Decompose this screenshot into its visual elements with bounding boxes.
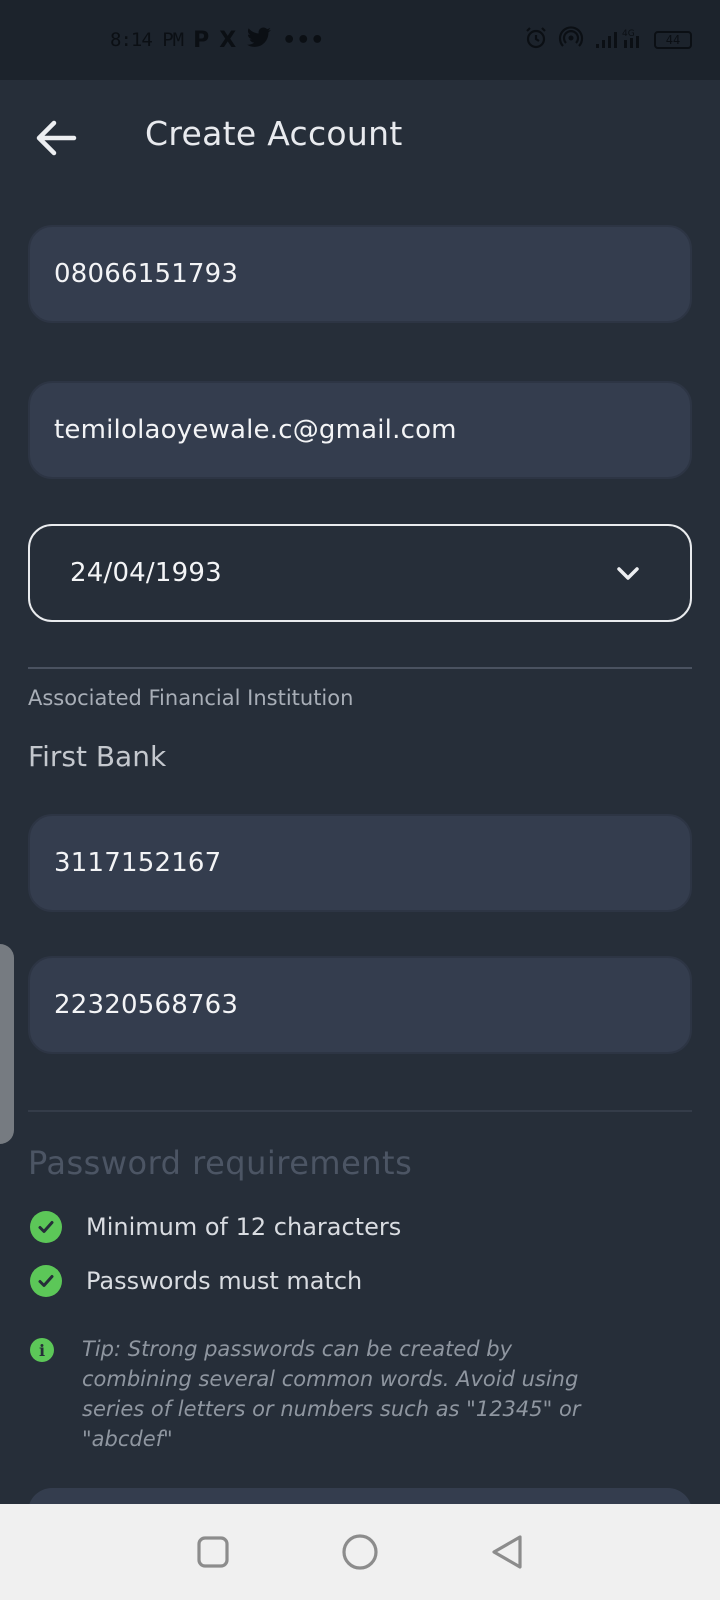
password-requirements-heading: Password requirements <box>28 1144 413 1182</box>
requirement-label: Passwords must match <box>86 1267 363 1295</box>
home-button[interactable] <box>335 1527 385 1577</box>
institution-label: Associated Financial Institution <box>28 686 354 710</box>
recent-apps-button[interactable] <box>188 1527 238 1577</box>
check-circle-icon <box>30 1211 62 1243</box>
requirement-item: Minimum of 12 characters <box>30 1211 401 1243</box>
account-number-field[interactable]: 3117152167 <box>28 814 692 912</box>
status-right: 4G 44 <box>524 25 692 55</box>
chevron-down-icon <box>617 567 639 580</box>
triangle-back-icon <box>492 1535 522 1569</box>
check-circle-icon <box>30 1265 62 1297</box>
signal-icon: 4G <box>594 26 644 55</box>
status-time: 8:14 PM <box>110 29 184 51</box>
battery-icon: 44 <box>654 31 692 49</box>
section-divider <box>28 667 692 669</box>
institution-value: First Bank <box>28 740 167 773</box>
password-tip: i Tip: Strong passwords can be created b… <box>30 1334 582 1454</box>
edge-panel-handle[interactable] <box>0 944 14 1144</box>
requirement-item: Passwords must match <box>30 1265 362 1297</box>
date-of-birth-dropdown[interactable]: 24/04/1993 <box>28 524 692 622</box>
x-app-icon: X <box>219 27 237 53</box>
tip-text: Tip: Strong passwords can be created by … <box>82 1337 581 1451</box>
svg-text:4G: 4G <box>622 29 635 39</box>
requirement-label: Minimum of 12 characters <box>86 1213 402 1241</box>
back-nav-button[interactable] <box>482 1527 532 1577</box>
status-bar: 8:14 PM P X ••• 4G 44 <box>0 0 720 80</box>
page-title: Create Account <box>145 114 403 153</box>
hotspot-icon <box>558 25 584 55</box>
circle-icon <box>342 1534 378 1570</box>
twitter-icon <box>246 26 272 54</box>
p-app-icon: P <box>193 27 210 53</box>
arrow-left-icon <box>36 120 77 156</box>
email-field[interactable]: temilolaoyewale.c@gmail.com <box>28 381 692 479</box>
more-notifications-icon: ••• <box>282 27 325 53</box>
date-of-birth-value: 24/04/1993 <box>70 558 222 588</box>
password-section-divider <box>28 1110 692 1112</box>
back-button[interactable] <box>32 114 80 162</box>
bvn-field[interactable]: 22320568763 <box>28 956 692 1054</box>
square-icon <box>197 1536 229 1568</box>
app-header: Create Account <box>0 80 720 196</box>
phone-field[interactable]: 08066151793 <box>28 225 692 323</box>
alarm-icon <box>524 26 548 55</box>
status-left: 8:14 PM P X ••• <box>110 26 325 54</box>
system-nav-bar <box>0 1504 720 1600</box>
info-icon: i <box>30 1338 54 1362</box>
